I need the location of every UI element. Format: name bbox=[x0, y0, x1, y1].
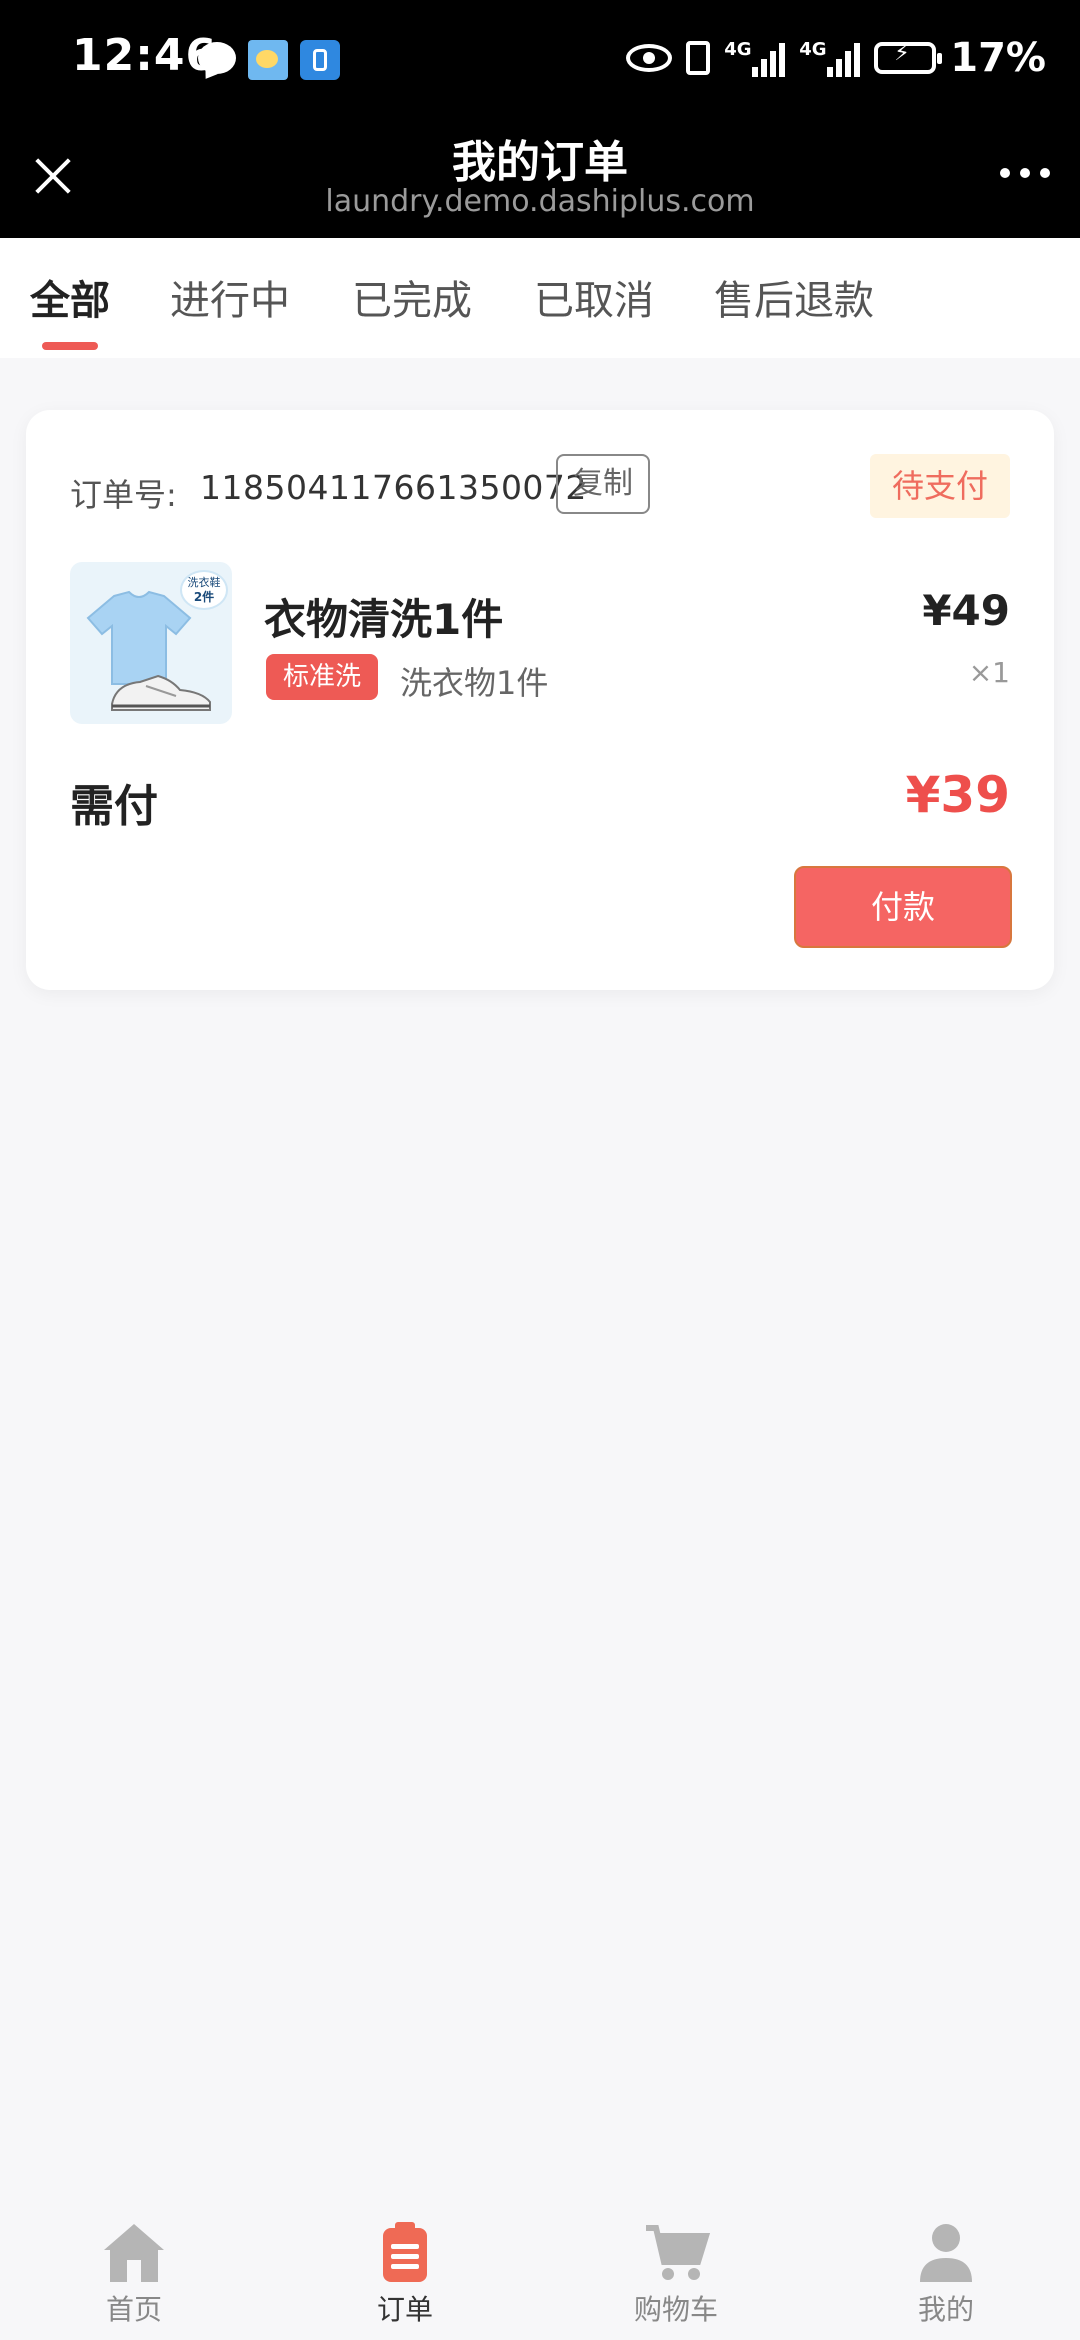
page-url: laundry.demo.dashiplus.com bbox=[325, 184, 755, 219]
active-tab-indicator bbox=[42, 342, 98, 350]
product-thumbnail[interactable]: 洗衣鞋 2件 bbox=[70, 562, 232, 724]
vibrate-icon bbox=[686, 41, 711, 75]
nav-item-home[interactable]: 首页 bbox=[34, 2196, 234, 2340]
signal-icon: 4G bbox=[724, 39, 786, 77]
tab-completed[interactable]: 已完成 bbox=[352, 268, 472, 326]
item-description: 洗衣物1件 bbox=[400, 664, 549, 702]
pay-button[interactable]: 付款 bbox=[794, 866, 1012, 948]
order-icon bbox=[383, 2222, 427, 2282]
order-number: 118504117661350072 bbox=[200, 468, 587, 507]
status-badge: 待支付 bbox=[870, 454, 1010, 518]
user-icon bbox=[920, 2224, 972, 2282]
nav-item-orders[interactable]: 订单 bbox=[305, 2196, 505, 2340]
thumbnail-tag: 洗衣鞋 2件 bbox=[180, 570, 228, 610]
cart-icon bbox=[646, 2225, 710, 2280]
nav-label-profile: 我的 bbox=[917, 2293, 974, 2326]
status-icons: 4G 4G 17% bbox=[626, 28, 1046, 88]
nav-label-orders: 订单 bbox=[376, 2293, 433, 2326]
tab-in-progress[interactable]: 进行中 bbox=[170, 268, 290, 326]
more-options-icon[interactable] bbox=[1000, 168, 1050, 178]
nav-item-profile[interactable]: 我的 bbox=[846, 2196, 1046, 2340]
tab-after-sales-refund[interactable]: 售后退款 bbox=[714, 268, 874, 326]
amount-due-label: 需付 bbox=[70, 781, 158, 832]
nav-label-cart: 购物车 bbox=[633, 2293, 718, 2326]
battery-percent: 17% bbox=[950, 35, 1046, 81]
thumbnail-tag-line2: 2件 bbox=[193, 590, 215, 604]
copy-button[interactable]: 复制 bbox=[556, 454, 650, 514]
status-time: 12:46 bbox=[72, 30, 218, 81]
chat-icon bbox=[198, 42, 236, 74]
wash-type-tag: 标准洗 bbox=[266, 654, 378, 700]
page-title: 我的订单 bbox=[452, 137, 628, 188]
nav-item-cart[interactable]: 购物车 bbox=[576, 2196, 776, 2340]
title-bar: 我的订单 laundry.demo.dashiplus.com bbox=[0, 120, 1080, 238]
order-number-label: 订单号: bbox=[70, 476, 177, 514]
tab-all[interactable]: 全部 bbox=[30, 268, 110, 326]
item-price: ¥49 bbox=[922, 586, 1010, 635]
battery-charging-icon bbox=[874, 41, 943, 74]
network-type-label: 4G bbox=[724, 39, 752, 60]
amount-due-value: ¥39 bbox=[905, 766, 1010, 824]
weather-icon bbox=[248, 40, 288, 80]
order-tabs: 全部 进行中 已完成 已取消 售后退款 bbox=[0, 238, 1080, 358]
nav-label-home: 首页 bbox=[105, 2293, 162, 2326]
thumbnail-tag-line1: 洗衣鞋 bbox=[187, 576, 221, 589]
order-card[interactable]: 订单号: 118504117661350072 复制 待支付 洗衣鞋 2件 衣物… bbox=[26, 410, 1054, 990]
signal-icon: 4G bbox=[799, 39, 861, 77]
eye-icon bbox=[626, 44, 673, 72]
status-bar: 12:46 4G 4G 17% bbox=[0, 0, 1080, 120]
sneaker-image bbox=[111, 674, 211, 711]
app-icon bbox=[300, 40, 340, 80]
item-name: 衣物清洗1件 bbox=[264, 595, 504, 644]
tab-cancelled[interactable]: 已取消 bbox=[534, 268, 654, 326]
bottom-nav: 首页 订单 购物车 我的 bbox=[0, 2196, 1080, 2340]
item-quantity: ×1 bbox=[968, 656, 1010, 689]
network-type-label: 4G bbox=[799, 39, 827, 60]
home-icon bbox=[104, 2224, 164, 2282]
